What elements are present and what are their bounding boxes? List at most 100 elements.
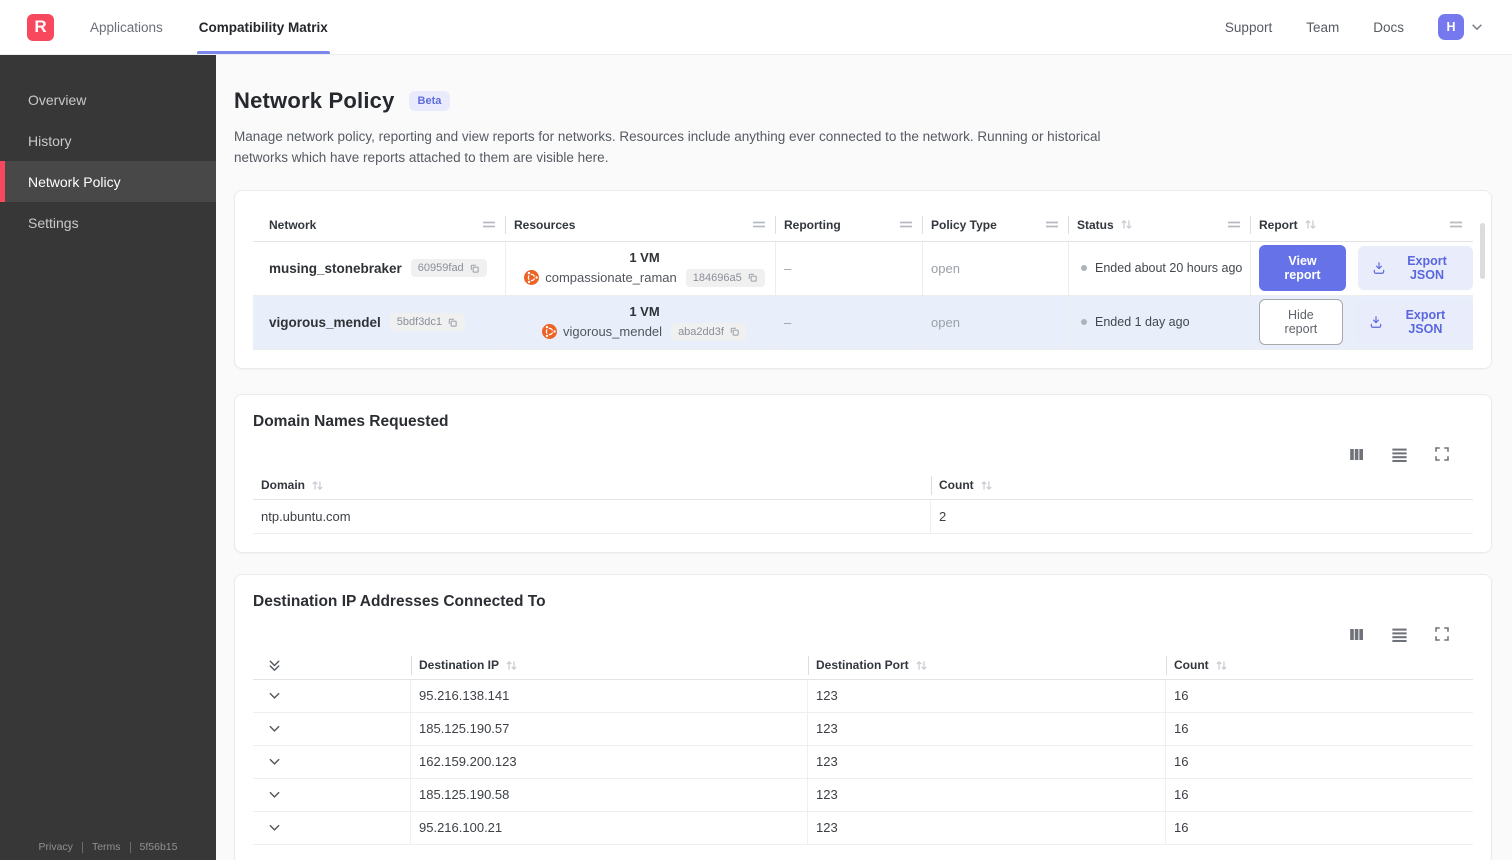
copy-icon[interactable] — [747, 272, 758, 283]
column-header-reporting-label: Reporting — [784, 217, 841, 232]
network-row[interactable]: musing_stonebraker 60959fad 1 VM compass… — [253, 241, 1473, 296]
sort-icon[interactable] — [915, 659, 928, 672]
sidebar-item-history[interactable]: History — [0, 120, 216, 161]
table-scrollbar[interactable] — [1480, 222, 1485, 279]
avatar[interactable]: H — [1438, 14, 1464, 40]
copy-icon[interactable] — [469, 263, 480, 274]
column-header-count[interactable]: Count — [1166, 652, 1473, 679]
view-columns-icon[interactable] — [1347, 445, 1366, 464]
fullscreen-icon[interactable] — [1433, 445, 1451, 464]
column-menu-icon[interactable] — [899, 220, 913, 229]
destination-port-cell: 123 — [808, 712, 1166, 745]
sort-icon[interactable] — [980, 479, 993, 492]
destinations-card: Destination IP Addresses Connected To De… — [234, 573, 1492, 860]
expand-row-icon[interactable] — [267, 754, 282, 769]
active-tab-underline — [196, 51, 330, 54]
column-menu-icon[interactable] — [1227, 220, 1241, 229]
destination-row[interactable]: 95.216.138.141 123 16 — [253, 679, 1473, 713]
tab-compatibility-matrix[interactable]: Compatibility Matrix — [196, 0, 330, 54]
destination-row[interactable]: 185.125.190.58 123 16 — [253, 778, 1473, 812]
column-header-destination-ip[interactable]: Destination IP — [411, 652, 808, 679]
export-json-button[interactable]: Export JSON — [1354, 300, 1473, 345]
domain-row[interactable]: ntp.ubuntu.com 2 — [253, 499, 1473, 534]
nav-link-team[interactable]: Team — [1306, 20, 1339, 35]
column-header-destination-port-label: Destination Port — [816, 658, 909, 673]
copy-icon[interactable] — [729, 326, 740, 337]
expand-row-icon[interactable] — [267, 688, 282, 703]
user-menu[interactable]: H — [1438, 14, 1484, 40]
networks-table-header: Network Resources Reporting Policy Type … — [253, 209, 1473, 242]
sort-icon[interactable] — [505, 659, 518, 672]
network-id-pill[interactable]: 5bdf3dc1 — [389, 313, 466, 332]
column-header-report[interactable]: Report — [1251, 209, 1473, 241]
network-row[interactable]: vigorous_mendel 5bdf3dc1 1 VM vigorous_m… — [253, 295, 1473, 350]
sidebar-item-settings[interactable]: Settings — [0, 202, 216, 243]
hide-report-button[interactable]: Hide report — [1259, 299, 1343, 346]
terms-link[interactable]: Terms — [92, 841, 121, 853]
count-cell: 16 — [1166, 680, 1473, 712]
expand-all-icon[interactable] — [267, 658, 282, 673]
destination-ip-cell: 185.125.190.58 — [411, 778, 808, 811]
nav-link-support[interactable]: Support — [1225, 20, 1272, 35]
expand-row-icon[interactable] — [267, 787, 282, 802]
resource-name: vigorous_mendel — [563, 324, 663, 340]
expand-cell — [253, 679, 411, 712]
download-icon — [1369, 315, 1383, 329]
expand-cell — [253, 811, 411, 844]
view-report-button[interactable]: View report — [1259, 245, 1346, 292]
sidebar-item-overview[interactable]: Overview — [0, 79, 216, 120]
column-header-domain[interactable]: Domain — [253, 472, 931, 499]
column-header-network-label: Network — [269, 217, 317, 232]
expand-cell — [253, 712, 411, 745]
column-header-policy-type[interactable]: Policy Type — [923, 209, 1069, 241]
privacy-link[interactable]: Privacy — [39, 841, 73, 853]
row-density-icon[interactable] — [1390, 625, 1409, 644]
sort-icon[interactable] — [311, 479, 324, 492]
sort-icon[interactable] — [1304, 218, 1317, 231]
table-toolbar — [253, 445, 1473, 464]
fullscreen-icon[interactable] — [1433, 625, 1451, 644]
app-logo[interactable]: R — [27, 13, 54, 41]
sidebar-item-network-policy[interactable]: Network Policy — [0, 161, 216, 202]
column-menu-icon[interactable] — [752, 220, 766, 229]
sort-icon[interactable] — [1215, 659, 1228, 672]
column-header-count-label: Count — [1174, 658, 1209, 673]
tab-applications[interactable]: Applications — [90, 0, 163, 54]
column-header-network[interactable]: Network — [253, 209, 506, 241]
domains-card: Domain Names Requested Domain Count ntp.… — [234, 393, 1492, 553]
destination-row[interactable]: 185.125.190.57 123 16 — [253, 712, 1473, 746]
view-columns-icon[interactable] — [1347, 625, 1366, 644]
column-header-status[interactable]: Status — [1069, 209, 1251, 241]
destination-row[interactable]: 162.159.200.123 123 16 — [253, 745, 1473, 779]
column-menu-icon[interactable] — [1449, 220, 1463, 229]
nav-link-docs[interactable]: Docs — [1373, 20, 1404, 35]
resource-id-pill[interactable]: aba2dd3f — [671, 322, 747, 341]
destination-port-value: 123 — [816, 688, 838, 704]
export-json-label: Export JSON — [1405, 308, 1446, 337]
build-version: 5f56b15 — [139, 841, 178, 853]
column-header-reporting[interactable]: Reporting — [776, 209, 923, 241]
beta-badge: Beta — [408, 91, 451, 111]
destination-row[interactable]: 95.216.100.21 123 16 — [253, 811, 1473, 845]
sort-icon[interactable] — [1120, 218, 1133, 231]
count-value: 16 — [1174, 787, 1189, 803]
copy-icon[interactable] — [447, 317, 458, 328]
expand-row-icon[interactable] — [267, 721, 282, 736]
column-menu-icon[interactable] — [482, 220, 496, 229]
column-header-count[interactable]: Count — [931, 472, 1473, 499]
column-header-resources[interactable]: Resources — [506, 209, 776, 241]
count-cell: 2 — [931, 500, 1473, 533]
network-id-pill[interactable]: 60959fad — [410, 259, 487, 278]
sidebar: Overview History Network Policy Settings… — [0, 55, 216, 860]
policy-type-value: open — [931, 314, 960, 330]
resource-id-pill[interactable]: 184696a5 — [685, 268, 765, 287]
vm-count: 1 VM — [629, 303, 660, 319]
expand-all-header-cell — [253, 652, 411, 679]
status-dot — [1081, 319, 1087, 326]
column-header-destination-port[interactable]: Destination Port — [808, 652, 1166, 679]
destination-ip-cell: 95.216.138.141 — [411, 679, 808, 712]
column-menu-icon[interactable] — [1045, 220, 1059, 229]
export-json-button[interactable]: Export JSON — [1357, 246, 1473, 291]
row-density-icon[interactable] — [1390, 445, 1409, 464]
expand-row-icon[interactable] — [267, 820, 282, 835]
